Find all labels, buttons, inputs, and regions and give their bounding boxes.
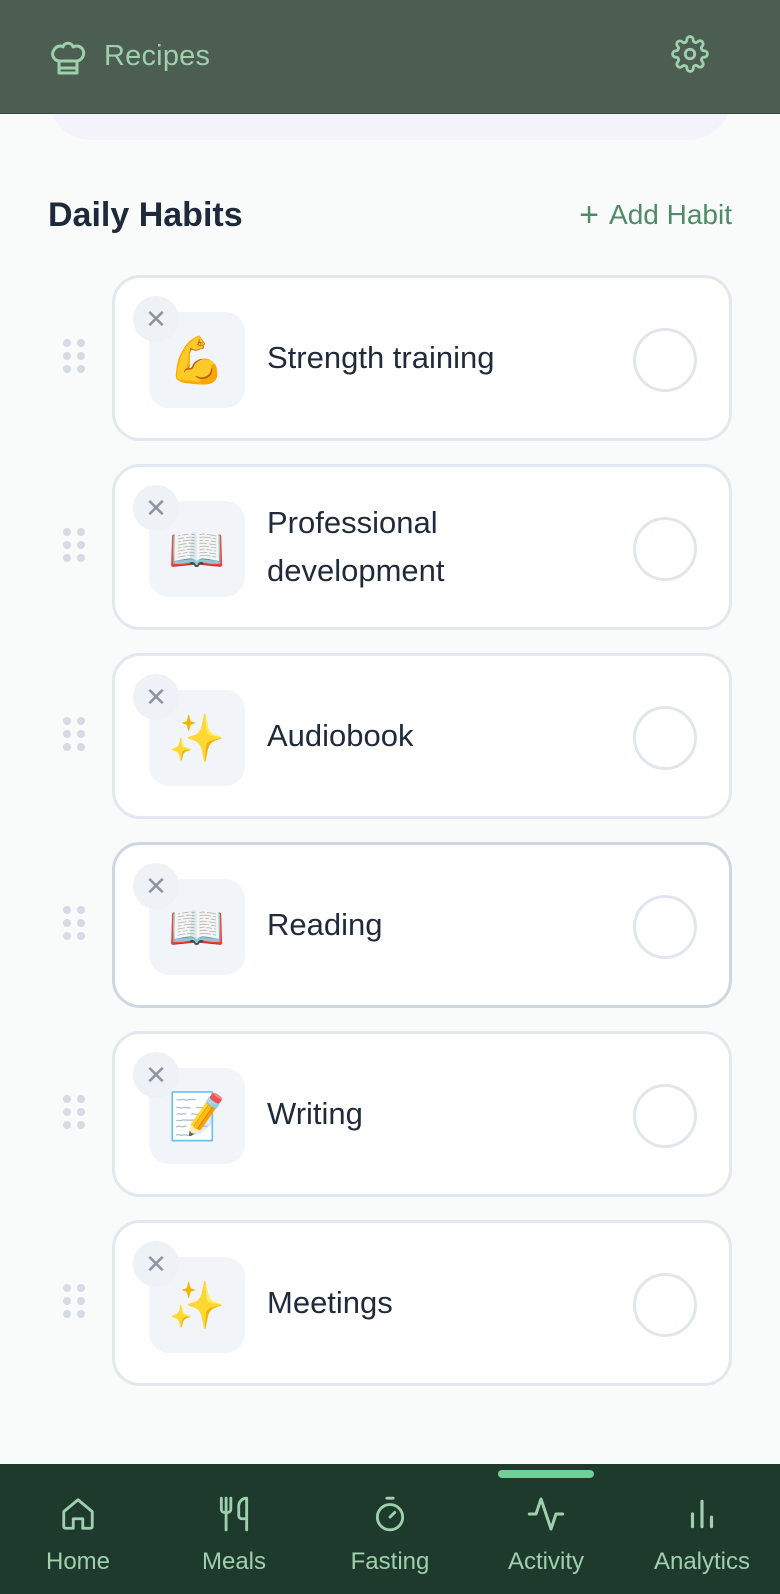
habit-card[interactable]: 📖 ✕ Reading bbox=[112, 842, 732, 1008]
habit-row: 📖 ✕ Reading bbox=[0, 842, 780, 1008]
remove-habit-button[interactable]: ✕ bbox=[133, 296, 179, 342]
drag-handle-icon[interactable] bbox=[63, 339, 87, 375]
plus-icon: + bbox=[579, 196, 600, 234]
habit-checkbox[interactable] bbox=[633, 1273, 697, 1337]
drag-handle-icon[interactable] bbox=[63, 1095, 87, 1131]
habit-checkbox[interactable] bbox=[633, 895, 697, 959]
habit-name: Audiobook bbox=[267, 718, 414, 753]
habit-checkbox[interactable] bbox=[633, 706, 697, 770]
chef-hat-icon bbox=[50, 37, 86, 77]
bar-chart-icon bbox=[683, 1492, 721, 1536]
drag-handle-icon[interactable] bbox=[63, 906, 87, 942]
add-habit-label: Add Habit bbox=[609, 199, 732, 230]
header-title: Recipes bbox=[104, 40, 211, 72]
utensils-icon bbox=[215, 1492, 253, 1536]
habit-card[interactable]: ✨ ✕ Meetings bbox=[112, 1220, 732, 1386]
stopwatch-icon bbox=[371, 1492, 409, 1536]
section-title: Daily Habits bbox=[48, 195, 243, 234]
habit-checkbox[interactable] bbox=[633, 328, 697, 392]
habit-name: Meetings bbox=[267, 1285, 393, 1320]
habit-name: Professional development bbox=[267, 505, 445, 588]
habit-card[interactable]: 📝 ✕ Writing bbox=[112, 1031, 732, 1197]
drag-handle-icon[interactable] bbox=[63, 717, 87, 753]
habit-name: Reading bbox=[267, 907, 383, 942]
habit-row: ✨ ✕ Audiobook bbox=[0, 653, 780, 819]
add-habit-button[interactable]: + Add Habit bbox=[579, 198, 732, 232]
nav-fasting[interactable]: Fasting bbox=[312, 1464, 468, 1594]
remove-habit-button[interactable]: ✕ bbox=[133, 485, 179, 531]
habit-row: 📝 ✕ Writing bbox=[0, 1031, 780, 1197]
remove-habit-button[interactable]: ✕ bbox=[133, 1241, 179, 1287]
remove-habit-button[interactable]: ✕ bbox=[133, 674, 179, 720]
gear-icon bbox=[671, 35, 709, 78]
activity-icon bbox=[526, 1492, 566, 1536]
nav-activity[interactable]: Activity bbox=[468, 1464, 624, 1594]
drag-handle-icon[interactable] bbox=[63, 528, 87, 564]
habit-row: ✨ ✕ Meetings bbox=[0, 1220, 780, 1386]
habit-checkbox[interactable] bbox=[633, 1084, 697, 1148]
nav-analytics[interactable]: Analytics bbox=[624, 1464, 780, 1594]
habits-section-header: Daily Habits + Add Habit bbox=[48, 190, 732, 240]
app-header: Recipes bbox=[0, 0, 780, 114]
settings-button[interactable] bbox=[668, 35, 712, 79]
nav-label: Analytics bbox=[653, 1548, 751, 1575]
habit-name: Writing bbox=[267, 1096, 363, 1131]
remove-habit-button[interactable]: ✕ bbox=[133, 863, 179, 909]
habit-name: Strength training bbox=[267, 340, 495, 375]
nav-meals[interactable]: Meals bbox=[156, 1464, 312, 1594]
bottom-nav: Home Meals Fasting Activity Analytics bbox=[0, 1464, 780, 1594]
remove-habit-button[interactable]: ✕ bbox=[133, 1052, 179, 1098]
active-tab-indicator bbox=[498, 1470, 594, 1478]
drag-handle-icon[interactable] bbox=[63, 1284, 87, 1320]
habit-checkbox[interactable] bbox=[633, 517, 697, 581]
habit-row: 📖 ✕ Professional development bbox=[0, 464, 780, 630]
nav-label: Activity bbox=[507, 1548, 584, 1575]
habit-card[interactable]: 💪 ✕ Strength training bbox=[112, 275, 732, 441]
nav-label: Fasting bbox=[350, 1548, 430, 1575]
nav-label: Meals bbox=[201, 1548, 267, 1575]
nav-label: Home bbox=[45, 1548, 111, 1575]
habit-card[interactable]: ✨ ✕ Audiobook bbox=[112, 653, 732, 819]
habit-row: 💪 ✕ Strength training bbox=[0, 275, 780, 441]
habit-card[interactable]: 📖 ✕ Professional development bbox=[112, 464, 732, 630]
recipes-link[interactable]: Recipes bbox=[50, 37, 210, 77]
nav-home[interactable]: Home bbox=[0, 1464, 156, 1594]
home-icon bbox=[59, 1492, 97, 1536]
